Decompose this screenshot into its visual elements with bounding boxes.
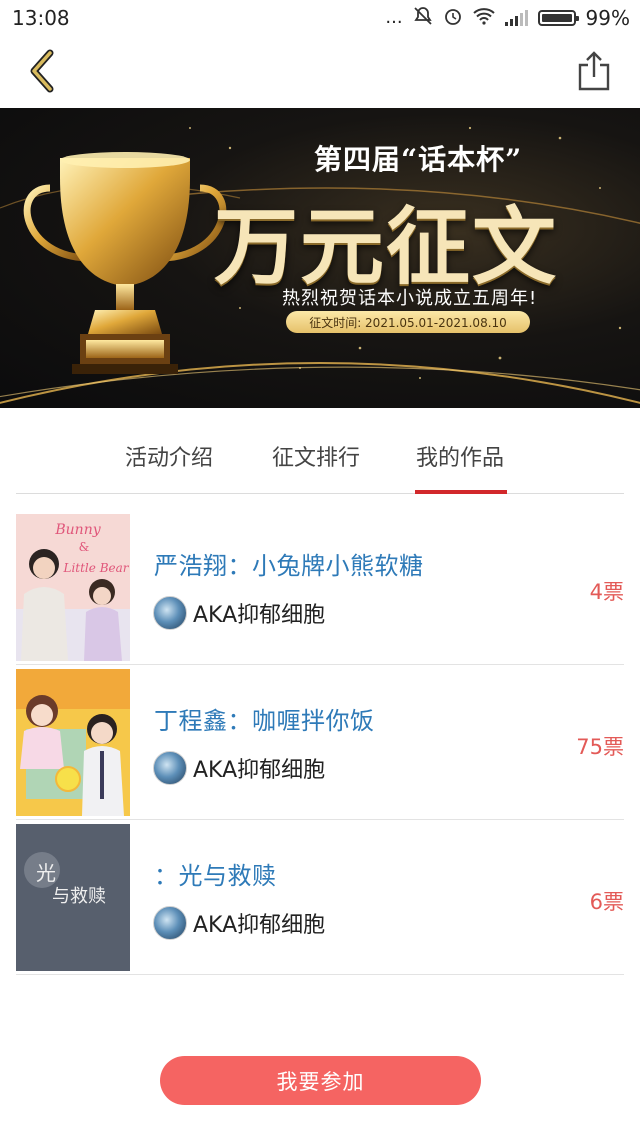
book-cover[interactable]: Bunny & Little Bear bbox=[16, 514, 130, 661]
banner-main-title: 万元征文 bbox=[214, 197, 559, 296]
contest-banner: 第四届“话本杯” 万元征文 热烈祝贺话本小说成立五周年! 征文时间: 2021.… bbox=[0, 108, 640, 408]
banner-date: 征文时间: 2021.05.01-2021.08.10 bbox=[286, 311, 530, 333]
cover-title-line-2: & bbox=[79, 540, 90, 554]
work-author: AKA抑郁细胞 bbox=[153, 751, 325, 785]
tab-active-indicator bbox=[415, 490, 507, 494]
cover-title-line-1: Bunny bbox=[54, 522, 101, 538]
work-author: AKA抑郁细胞 bbox=[153, 596, 325, 630]
alarm-icon bbox=[443, 6, 463, 30]
tab-intro[interactable]: 活动介绍 bbox=[125, 440, 213, 472]
tab-my-works[interactable]: 我的作品 bbox=[416, 440, 504, 472]
banner-subtitle: 热烈祝贺话本小说成立五周年! bbox=[282, 288, 538, 309]
book-cover[interactable] bbox=[16, 669, 130, 816]
avatar bbox=[153, 906, 187, 940]
avatar bbox=[153, 596, 187, 630]
battery-level: 99% bbox=[585, 6, 630, 30]
tab-ranking[interactable]: 征文排行 bbox=[272, 440, 360, 472]
author-name: AKA抑郁细胞 bbox=[193, 758, 326, 783]
mute-bell-icon bbox=[413, 6, 433, 30]
cover-title-sub: 与救赎 bbox=[52, 886, 106, 907]
works-list: Bunny & Little Bear 严浩翔：小兔牌小熊软糖 AKA抑郁细胞 … bbox=[16, 510, 624, 975]
author-name: AKA抑郁细胞 bbox=[193, 913, 326, 938]
banner-edition: 第四届“话本杯” bbox=[314, 143, 523, 176]
share-icon bbox=[578, 51, 610, 91]
join-button[interactable]: 我要参加 bbox=[160, 1056, 481, 1105]
cover-title-line-3: Little Bear bbox=[62, 561, 129, 575]
list-item[interactable]: 光 与救赎 ：光与救赎 AKA抑郁细胞 6票 bbox=[16, 820, 624, 975]
work-author: AKA抑郁细胞 bbox=[153, 906, 325, 940]
battery-icon bbox=[537, 10, 579, 26]
vote-count: 4票 bbox=[589, 580, 624, 604]
signal-icon bbox=[504, 10, 528, 26]
vote-count: 6票 bbox=[589, 890, 624, 914]
share-button[interactable] bbox=[570, 46, 618, 96]
list-item[interactable]: 丁程鑫：咖喱拌你饭 AKA抑郁细胞 75票 bbox=[16, 665, 624, 820]
trophy-icon bbox=[23, 152, 227, 374]
work-title[interactable]: 严浩翔：小兔牌小熊软糖 bbox=[154, 546, 424, 581]
status-bar: 13:08 ... 99% bbox=[0, 0, 640, 36]
author-name: AKA抑郁细胞 bbox=[193, 603, 326, 628]
wifi-icon bbox=[472, 7, 495, 29]
more-dots-icon: ... bbox=[385, 7, 403, 28]
back-button[interactable] bbox=[18, 46, 64, 96]
status-time: 13:08 bbox=[12, 6, 70, 30]
nav-bar bbox=[0, 36, 640, 108]
cover-title-main: 光 bbox=[36, 861, 56, 885]
book-cover[interactable]: 光 与救赎 bbox=[16, 824, 130, 971]
vote-count: 75票 bbox=[576, 735, 624, 759]
avatar bbox=[153, 751, 187, 785]
chevron-left-icon bbox=[30, 49, 54, 93]
tab-bar: 活动介绍 征文排行 我的作品 bbox=[16, 408, 624, 494]
status-icons: ... 99% bbox=[385, 6, 630, 30]
work-title[interactable]: ：光与救赎 bbox=[154, 856, 277, 891]
list-item[interactable]: Bunny & Little Bear 严浩翔：小兔牌小熊软糖 AKA抑郁细胞 … bbox=[16, 510, 624, 665]
work-title[interactable]: 丁程鑫：咖喱拌你饭 bbox=[154, 701, 375, 736]
